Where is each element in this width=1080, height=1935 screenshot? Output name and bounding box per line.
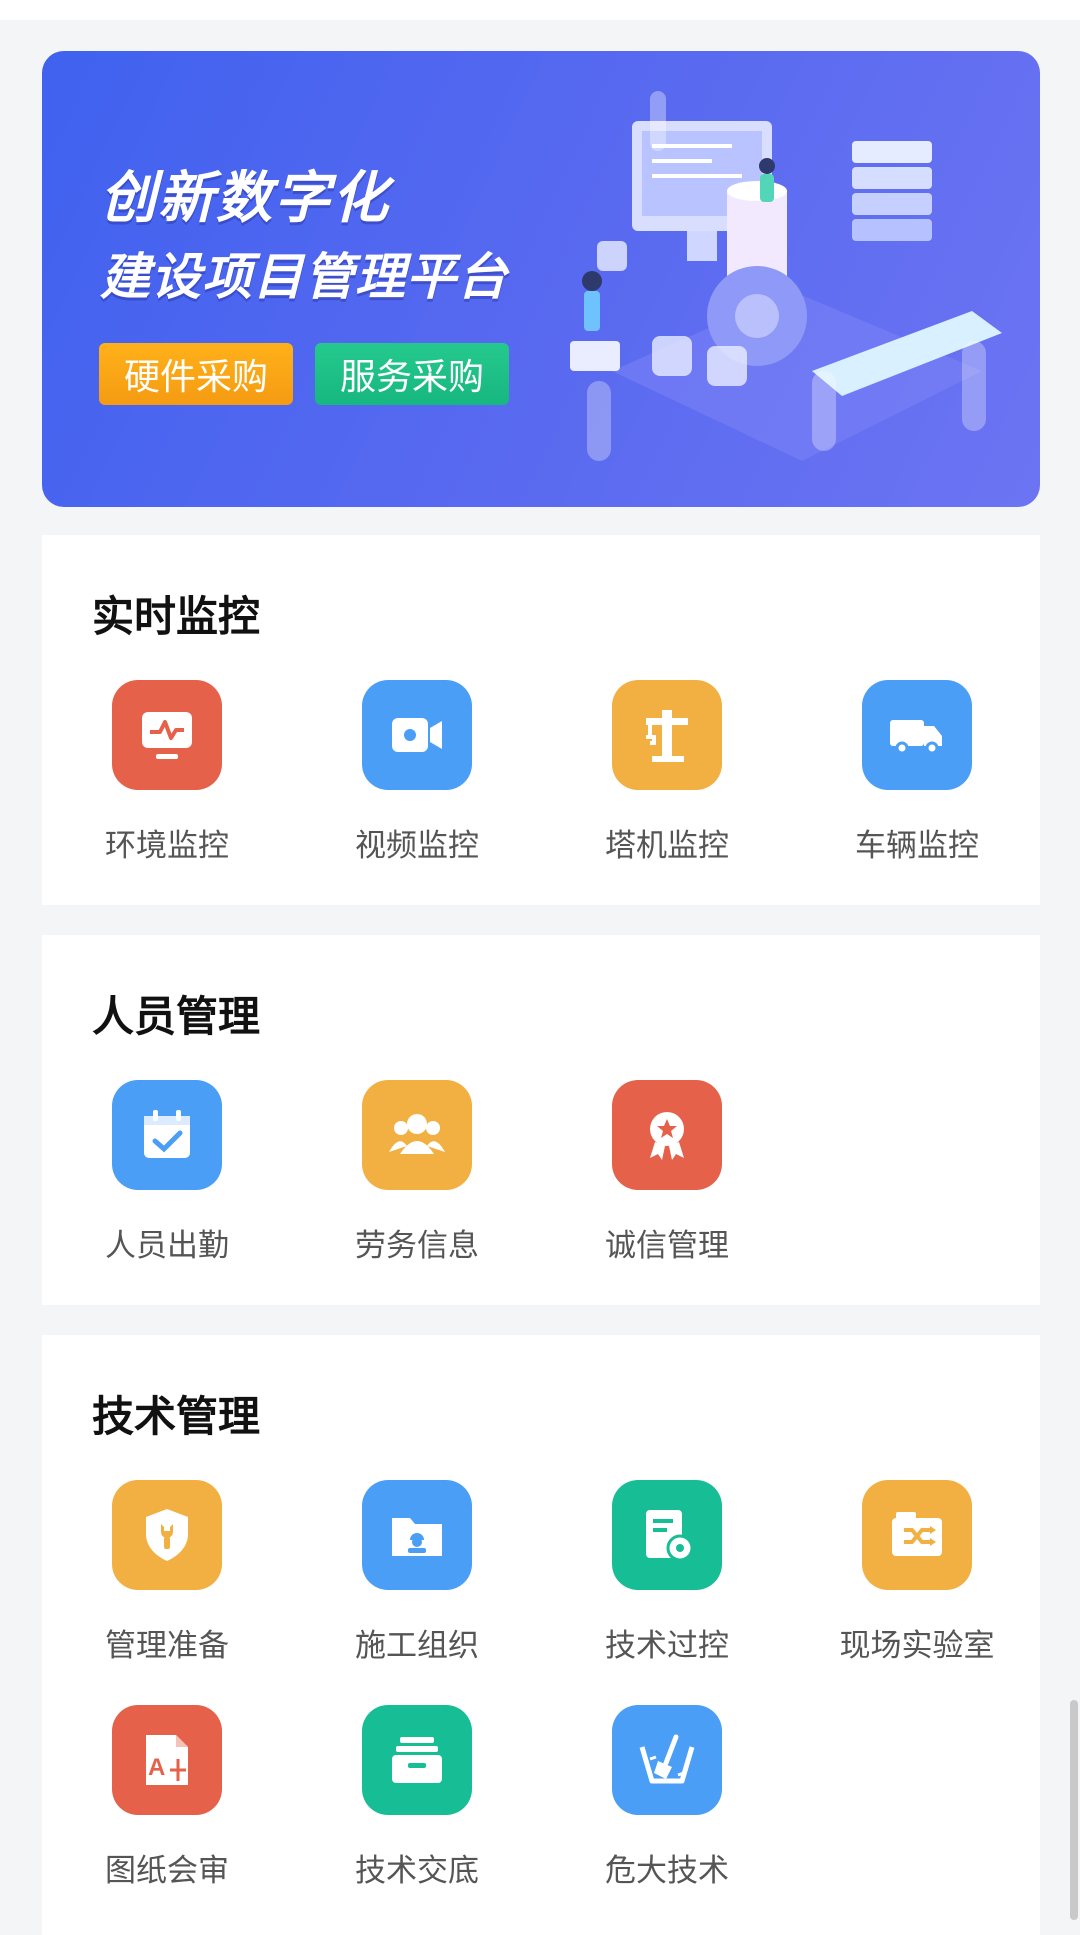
top-strip [0,0,1080,20]
svg-text:A: A [148,1754,165,1781]
promo-banner[interactable]: 创新数字化 建设项目管理平台 硬件采购 服务采购 [42,51,1040,507]
section-title-personnel: 人员管理 [92,992,261,1041]
truck-icon [862,680,972,790]
grid-item-label: 图纸会审 [105,1853,229,1889]
grid-item-integrity-management[interactable]: 诚信管理 [542,1080,792,1280]
archive-box-icon [362,1705,472,1815]
video-camera-icon [362,680,472,790]
banner-illustration [570,91,1002,461]
shield-wrench-icon [112,1480,222,1590]
calendar-check-icon [112,1080,222,1190]
grid-item-tower-crane-monitor[interactable]: 塔机监控 [542,680,792,880]
section-title-monitor: 实时监控 [92,592,261,641]
banner-title: 创新数字化 [100,166,390,231]
grid-item-label: 劳务信息 [355,1228,479,1264]
tower-crane-icon [612,680,722,790]
environment-monitor-icon [112,680,222,790]
award-badge-icon [612,1080,722,1190]
grid-item-vehicle-monitor[interactable]: 车辆监控 [792,680,1042,880]
grid-item-label: 现场实验室 [839,1628,995,1664]
folder-worker-icon [362,1480,472,1590]
grid-item-technical-control[interactable]: 技术过控 [542,1480,792,1680]
grid-item-management-prep[interactable]: 管理准备 [42,1480,292,1680]
banner-subtitle: 建设项目管理平台 [100,248,508,306]
grid-item-label: 环境监控 [105,828,229,864]
grid-item-label: 塔机监控 [605,828,729,864]
group-people-icon [362,1080,472,1190]
service-purchase-button[interactable]: 服务采购 [315,343,509,405]
shuffle-folder-icon [862,1480,972,1590]
grid-item-drawing-review[interactable]: A 图纸会审 [42,1705,292,1905]
grid-item-label: 视频监控 [355,828,479,864]
grid-item-technical-disclosure[interactable]: 技术交底 [292,1705,542,1905]
document-gear-icon [612,1480,722,1590]
grid-item-label: 车辆监控 [855,828,979,864]
grid-item-label: 施工组织 [355,1628,479,1664]
grid-item-construction-org[interactable]: 施工组织 [292,1480,542,1680]
grid-item-label: 诚信管理 [605,1228,729,1264]
personnel-management-card: 人员管理 人员出勤 劳务信息 诚信管理 [42,935,1040,1305]
drawing-file-icon: A [112,1705,222,1815]
hardware-purchase-button[interactable]: 硬件采购 [99,343,293,405]
grid-item-video-monitor[interactable]: 视频监控 [292,680,542,880]
technical-management-card: 技术管理 管理准备 施工组织 技术过控 现场实验室 A 图纸会审 技术交底 危大… [42,1335,1040,1935]
grid-item-label: 人员出勤 [105,1228,229,1264]
grid-item-labor-info[interactable]: 劳务信息 [292,1080,542,1280]
grid-item-label: 危大技术 [605,1853,729,1889]
realtime-monitor-card: 实时监控 环境监控 视频监控 塔机监控 车辆监控 [42,535,1040,905]
grid-item-label: 技术交底 [355,1853,479,1889]
grid-item-label: 技术过控 [605,1628,729,1664]
grid-item-hazard-technology[interactable]: 危大技术 [542,1705,792,1905]
grid-item-environment-monitor[interactable]: 环境监控 [42,680,292,880]
page-scrollbar[interactable] [1070,1700,1078,1920]
grid-item-onsite-lab[interactable]: 现场实验室 [792,1480,1042,1680]
grid-item-attendance[interactable]: 人员出勤 [42,1080,292,1280]
excavation-shovel-icon [612,1705,722,1815]
section-title-technical: 技术管理 [92,1392,261,1441]
grid-item-label: 管理准备 [105,1628,229,1664]
